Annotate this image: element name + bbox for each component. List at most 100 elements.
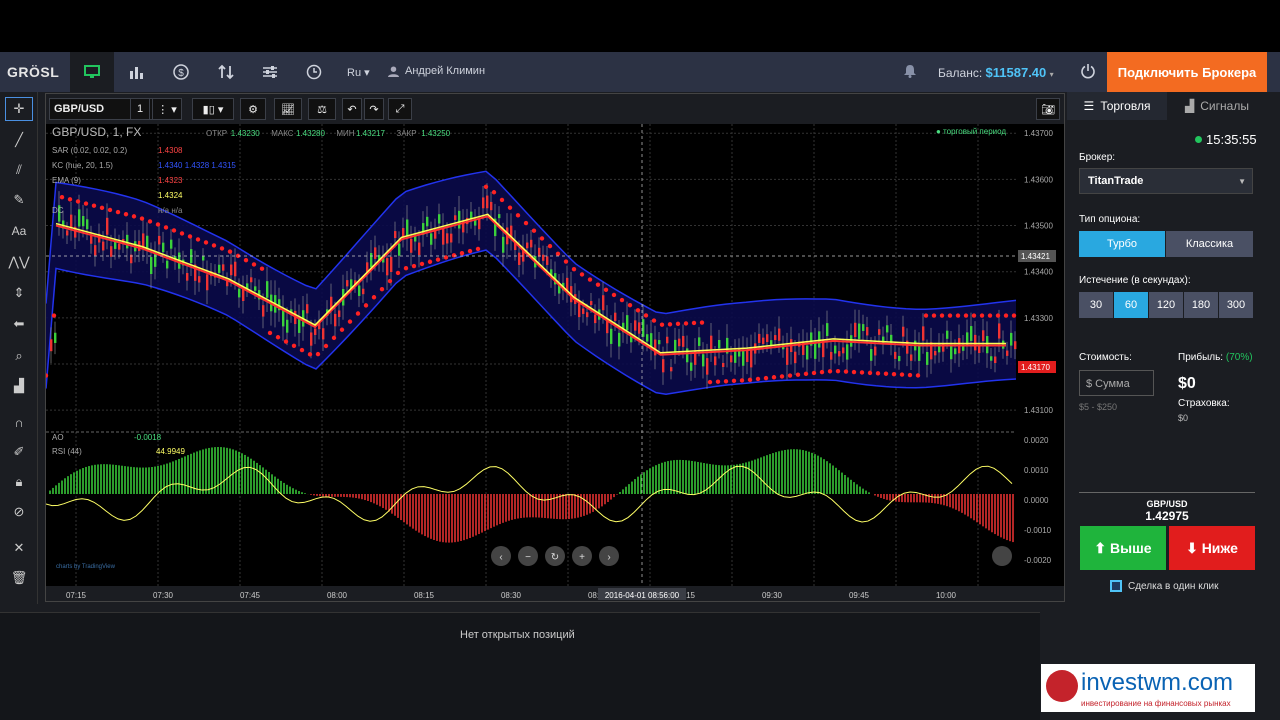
interval-menu-icon[interactable]: ⋮ ▾ xyxy=(152,98,182,120)
settings-tool-icon[interactable]: ✕ xyxy=(5,536,33,560)
lock-tool-icon[interactable]: 🔒︎ xyxy=(5,470,33,494)
candle-body xyxy=(118,243,121,250)
tab-trading[interactable]: ☰ Торговля xyxy=(1067,92,1167,120)
candle-body xyxy=(886,325,889,333)
redo-icon[interactable]: ↷ xyxy=(364,98,384,120)
connect-broker-button[interactable]: Подключить Брокера xyxy=(1107,52,1267,92)
measure-tool-icon[interactable]: ⇕ xyxy=(5,281,33,305)
sar-dot xyxy=(891,371,897,377)
price-tick-label: 1.43100 xyxy=(1024,406,1053,415)
candle-body xyxy=(830,351,833,360)
dollar-icon[interactable]: $ xyxy=(159,52,203,92)
interval-input[interactable]: 1 xyxy=(130,98,150,120)
time-tick-label: 07:30 xyxy=(153,591,174,600)
candle-body xyxy=(902,326,905,337)
crosshair-tool-icon[interactable]: ✛ xyxy=(5,97,33,121)
ad-tagline: инвестирование на финансовых рынках xyxy=(1081,699,1231,708)
ohlc-text: 1.43217 xyxy=(356,129,385,138)
expiry-120-button[interactable]: 120 xyxy=(1149,292,1183,318)
candle-body xyxy=(518,252,521,265)
sell-down-button[interactable]: ⬇ Ниже xyxy=(1169,526,1255,570)
candle-body xyxy=(1010,332,1013,346)
time-axis-bg xyxy=(46,586,1064,601)
sar-dot xyxy=(203,240,209,245)
time-tick-label: 09:30 xyxy=(762,591,783,600)
user-menu[interactable]: Андрей Климин xyxy=(388,65,485,77)
text-tool-icon[interactable]: Aa xyxy=(5,219,33,243)
ruler-tool-icon[interactable]: ▟ xyxy=(5,374,33,398)
candle-body xyxy=(994,356,997,364)
brush-tool-icon[interactable]: ✎ xyxy=(5,188,33,212)
magnet-tool-icon[interactable]: ∩ xyxy=(5,410,33,434)
sar-dot xyxy=(211,243,217,248)
compare-icon[interactable]: ⚖ xyxy=(308,98,336,120)
language-select[interactable]: Ru ▾ xyxy=(347,66,370,79)
candle-body xyxy=(918,345,921,361)
balance-label: Баланс: xyxy=(938,66,983,80)
power-icon[interactable] xyxy=(1080,63,1096,84)
current-quote: GBP/USD 1.42975 xyxy=(1079,492,1255,524)
price-tick-label: 1.43300 xyxy=(1024,314,1053,323)
fullscreen-icon[interactable]: ⤢ xyxy=(388,98,412,120)
indicators-icon[interactable]: 📈︎ xyxy=(274,98,302,120)
broker-select[interactable]: TitanTrade ▼ xyxy=(1079,168,1253,194)
zoom-tool-icon[interactable]: ⌕ xyxy=(5,344,33,368)
price-chart[interactable]: 1.43700 1.43600 1.43500 1.43400 1.43300 1.432… xyxy=(46,124,1064,601)
fork-tool-icon[interactable]: ⫽ xyxy=(5,158,33,182)
osc-tick-label: -0.0010 xyxy=(1024,526,1052,535)
pen-lock-tool-icon[interactable]: ✐ xyxy=(5,440,33,464)
expiry-30-button[interactable]: 30 xyxy=(1079,292,1113,318)
arrow-left-tool-icon[interactable]: ⬅ xyxy=(5,312,33,336)
expiry-300-button[interactable]: 300 xyxy=(1219,292,1253,318)
buy-up-button[interactable]: ⬆ Выше xyxy=(1080,526,1166,570)
candle-body xyxy=(238,288,241,298)
candle-body xyxy=(814,342,817,359)
sar-dot xyxy=(651,318,657,323)
checkbox-icon[interactable] xyxy=(1110,580,1122,592)
arrows-updown-icon[interactable] xyxy=(204,52,248,92)
watermark: charts by TradingView xyxy=(56,564,116,570)
sar-dot xyxy=(707,379,713,385)
bar-chart-icon[interactable] xyxy=(114,52,158,92)
sliders-icon[interactable] xyxy=(248,52,292,92)
balance-caret-icon[interactable]: ▾ xyxy=(1050,70,1054,79)
monitor-icon[interactable] xyxy=(70,52,114,92)
sar-dot xyxy=(979,313,985,318)
sar-dot xyxy=(363,303,369,308)
option-turbo-button[interactable]: Турбо xyxy=(1079,231,1165,257)
sar-dot xyxy=(563,259,569,264)
candles-icon[interactable]: ▮▯ ▾ xyxy=(192,98,234,120)
sar-dot xyxy=(75,199,81,204)
candle-body xyxy=(674,339,677,352)
candle-body xyxy=(982,330,985,342)
candle-body xyxy=(394,231,397,239)
time-tick-label: 07:15 xyxy=(66,591,87,600)
bell-icon[interactable] xyxy=(903,64,917,83)
undo-icon[interactable]: ↶ xyxy=(342,98,362,120)
expiry-180-button[interactable]: 180 xyxy=(1184,292,1218,318)
sar-dot xyxy=(739,378,745,383)
clock-icon[interactable] xyxy=(292,52,336,92)
ohlc-text: 1.43280 xyxy=(296,129,325,138)
broker-value: TitanTrade xyxy=(1088,175,1144,187)
candle-body xyxy=(730,355,733,363)
ohlc-text: МИН xyxy=(336,129,354,138)
candle-body xyxy=(402,228,405,237)
hide-tool-icon[interactable]: ⊘ xyxy=(5,500,33,524)
gear-icon[interactable]: ⚙ xyxy=(240,98,266,120)
one-click-toggle[interactable]: Сделка в один клик xyxy=(1110,580,1219,592)
option-classic-button[interactable]: Классика xyxy=(1166,231,1253,257)
language-value: Ru xyxy=(347,67,362,79)
expiry-60-button[interactable]: 60 xyxy=(1114,292,1148,318)
tab-signals[interactable]: ▟ Сигналы xyxy=(1167,92,1267,120)
broker-label: Брокер: xyxy=(1079,152,1116,163)
candle-body xyxy=(1014,341,1017,350)
pattern-tool-icon[interactable]: ⋀⋁ xyxy=(5,250,33,274)
candle-body xyxy=(602,295,605,311)
sar-dot xyxy=(939,313,945,318)
trash-tool-icon[interactable]: 🗑︎ xyxy=(5,566,33,590)
camera-icon[interactable]: 📷︎ xyxy=(1036,98,1060,120)
amount-input[interactable]: $ Сумма xyxy=(1079,370,1154,396)
trendline-tool-icon[interactable]: ╱ xyxy=(5,128,33,152)
sar-dot xyxy=(571,267,577,272)
